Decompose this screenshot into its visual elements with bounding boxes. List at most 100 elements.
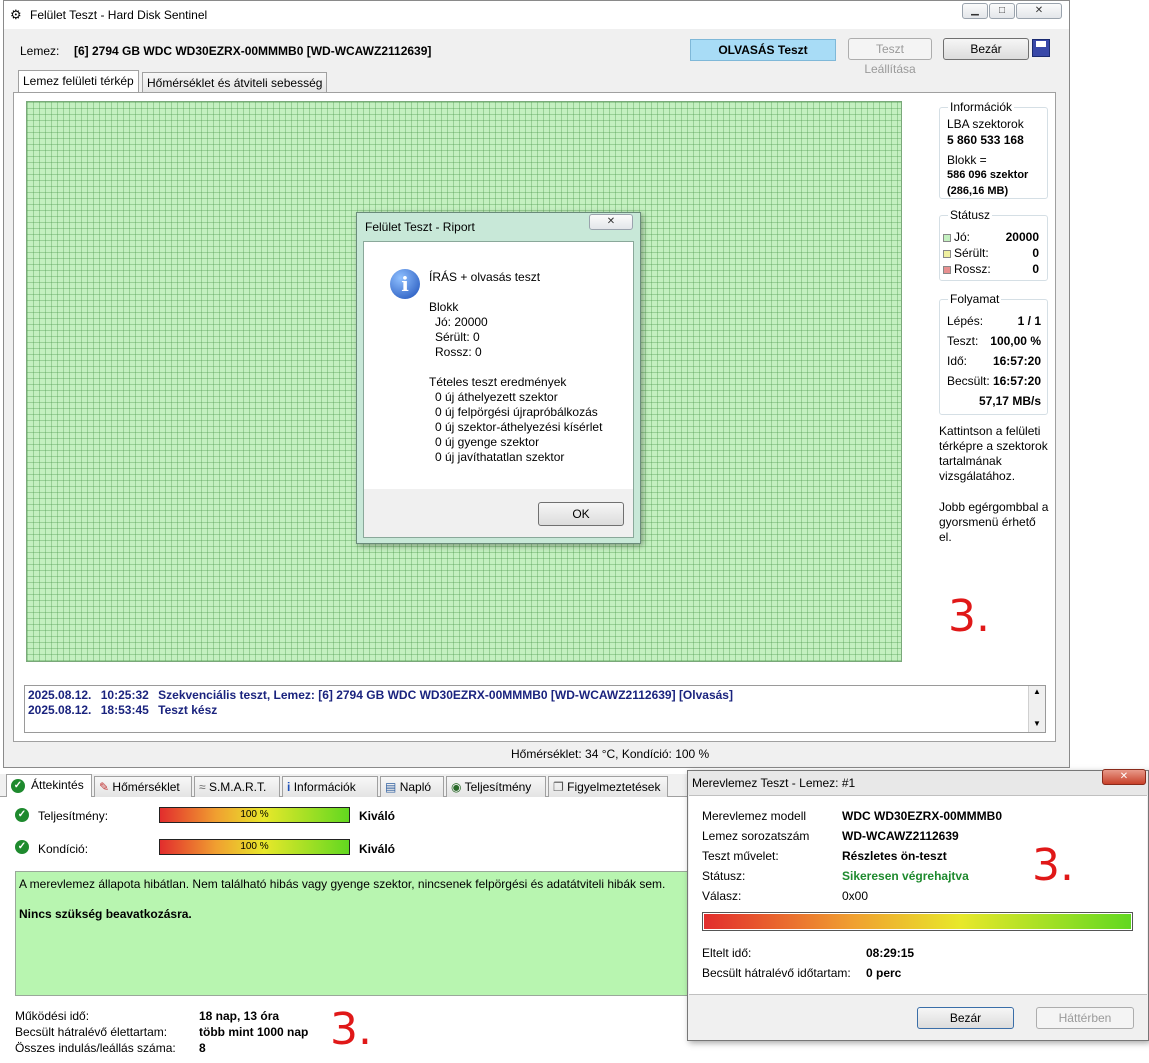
log-text: Teszt kész	[158, 703, 218, 717]
maximize-button[interactable]: □	[989, 3, 1015, 19]
model-label: Merevlemez modell	[702, 809, 807, 823]
selftest-body: Merevlemez modell WDC WD30EZRX-00MMMB0 L…	[689, 795, 1147, 995]
report-body: i ÍRÁS + olvasás teszt Blokk Jó: 20000 S…	[363, 241, 634, 538]
damaged-value: 0	[1032, 246, 1039, 260]
damaged-label: Sérült:	[954, 246, 989, 260]
selftest-close-button[interactable]: Bezár	[917, 1007, 1014, 1029]
health-message-box: A merevlemez állapota hibátlan. Nem talá…	[15, 871, 688, 996]
tab-overview[interactable]: ✓ Áttekintés	[6, 774, 92, 797]
bad-label: Rossz:	[954, 262, 991, 276]
lba-value: 5 860 533 168	[947, 133, 1024, 147]
health-message: A merevlemez állapota hibátlan. Nem talá…	[19, 877, 666, 891]
test-label: Teszt:	[947, 334, 979, 348]
tab-label: Hőmérséklet	[112, 780, 180, 794]
elapsed-value: 08:29:15	[866, 946, 915, 960]
block-size: (286,16 MB)	[947, 185, 1009, 197]
reply-label: Válasz:	[702, 889, 742, 903]
time-value: 16:57:20	[992, 354, 1041, 368]
condition-rating: Kiváló	[359, 842, 396, 856]
lba-label: LBA szektorok	[947, 117, 1024, 131]
mode-badge: OLVASÁS Teszt	[690, 39, 836, 61]
selftest-close-icon[interactable]: ✕	[1102, 769, 1146, 785]
log-date: 2025.08.12.	[28, 688, 92, 702]
background-button[interactable]: Háttérben	[1036, 1007, 1134, 1029]
tab-temperature[interactable]: ✎ Hőmérséklet	[94, 776, 192, 797]
save-icon[interactable]	[1032, 39, 1050, 57]
main-titlebar: ⚙ Felület Teszt - Hard Disk Sentinel ▁ □…	[4, 1, 1069, 29]
elapsed-label: Eltelt idő:	[702, 946, 752, 960]
tab-surface-map[interactable]: Lemez felületi térkép	[18, 70, 139, 93]
tab-alerts[interactable]: ❐ Figyelmeztetések	[548, 776, 668, 797]
report-results-title: Tételes teszt eredmények	[429, 375, 567, 389]
test-value: 100,00 %	[990, 334, 1041, 348]
speed-value: 57,17 MB/s	[978, 394, 1041, 408]
test-status-label: Státusz:	[702, 869, 746, 883]
uptime-label: Működési idő:	[15, 1009, 90, 1023]
time-label: Idő:	[947, 354, 968, 368]
report-good: Jó: 20000	[435, 315, 488, 329]
tab-label: Teljesítmény	[464, 780, 532, 794]
damaged-swatch	[943, 249, 951, 258]
model-value: WDC WD30EZRX-00MMMB0	[842, 809, 1003, 823]
reply-value: 0x00	[842, 889, 869, 903]
tab-performance[interactable]: ◉ Teljesítmény	[446, 776, 546, 797]
selftest-progress-fill	[704, 914, 1131, 929]
log-entry-2: 2025.08.12. 18:53:45 Teszt kész	[28, 703, 217, 717]
report-result-4: 0 új gyenge szektor	[435, 435, 540, 449]
health-message-bold: Nincs szükség beavatkozásra.	[19, 907, 192, 921]
serial-label: Lemez sorozatszám	[702, 829, 810, 843]
app-icon: ⚙	[10, 7, 22, 22]
estimated-label: Becsült:	[947, 374, 990, 388]
selftest-title: Merevlemez Teszt - Lemez: #1	[692, 776, 856, 790]
gauge-icon: ◉	[451, 780, 462, 794]
condition-bar: 100 %	[159, 839, 350, 855]
close-button[interactable]: Bezár	[943, 38, 1029, 60]
bad-swatch	[943, 265, 951, 274]
log-time: 10:25:32	[100, 688, 149, 702]
stop-test-button[interactable]: Teszt Leállítása	[848, 38, 932, 76]
tab-log[interactable]: ▤ Napló	[380, 776, 444, 797]
good-value: 20000	[1005, 230, 1039, 244]
report-dialog: Felület Teszt - Riport ✕ i ÍRÁS + olvasá…	[356, 212, 641, 544]
tab-information[interactable]: i Információk	[282, 776, 378, 797]
info-small-icon: i	[287, 780, 291, 794]
test-status-value: Sikeresen végrehajtva	[842, 869, 969, 883]
startstop-value: 8	[199, 1041, 206, 1055]
ok-button[interactable]: OK	[538, 502, 624, 526]
performance-rating: Kiváló	[359, 809, 396, 823]
annotation-3-main: 3.	[948, 591, 990, 642]
log-time: 18:53:45	[100, 703, 149, 717]
status-good-row: Jó:	[943, 230, 970, 244]
tab-smart[interactable]: ≈ S.M.A.R.T.	[194, 776, 280, 797]
tab-label: Áttekintés	[31, 778, 84, 792]
block-label: Blokk =	[947, 153, 987, 167]
tab-label: Napló	[399, 780, 432, 794]
step-value: 1 / 1	[1017, 314, 1041, 328]
report-heading: ÍRÁS + olvasás teszt	[429, 270, 541, 284]
good-label: Jó:	[954, 230, 971, 244]
info-group: Információk LBA szektorok 5 860 533 168 …	[939, 100, 1048, 199]
report-result-3: 0 új szektor-áthelyezési kísérlet	[435, 420, 603, 434]
report-close-icon[interactable]: ✕	[589, 214, 633, 230]
annotation-3-selftest: 3.	[1032, 840, 1074, 891]
scroll-up-icon[interactable]: ▲	[1033, 687, 1041, 696]
report-result-1: 0 új áthelyezett szektor	[435, 390, 558, 404]
close-window-button[interactable]: ✕	[1016, 3, 1062, 19]
minimize-button[interactable]: ▁	[962, 3, 988, 19]
log-entry-1: 2025.08.12. 10:25:32 Szekvenciális teszt…	[28, 688, 733, 702]
tab-label: Információk	[293, 780, 356, 794]
alerts-icon: ❐	[553, 780, 564, 794]
progress-group: Folyamat Lépés: 1 / 1 Teszt: 100,00 % Id…	[939, 292, 1048, 415]
info-title: Információk	[948, 100, 1015, 114]
thermometer-icon: ✎	[99, 780, 110, 794]
statusbar-text: Hőmérséklet: 34 °C, Kondíció: 100 %	[511, 747, 710, 761]
window-title: Felület Teszt - Hard Disk Sentinel	[30, 8, 208, 22]
report-bad: Rossz: 0	[435, 345, 482, 359]
remaining-value: 0 perc	[866, 966, 902, 980]
performance-check-icon: ✓	[15, 808, 29, 822]
log-scrollbar[interactable]: ▲ ▼	[1028, 686, 1045, 732]
hint-text-1: Kattintson a felületi térképre a szektor…	[939, 424, 1048, 483]
tab-temperature-speed[interactable]: Hőmérséklet és átviteli sebesség	[142, 72, 328, 93]
step-label: Lépés:	[947, 314, 984, 328]
scroll-down-icon[interactable]: ▼	[1033, 719, 1041, 728]
